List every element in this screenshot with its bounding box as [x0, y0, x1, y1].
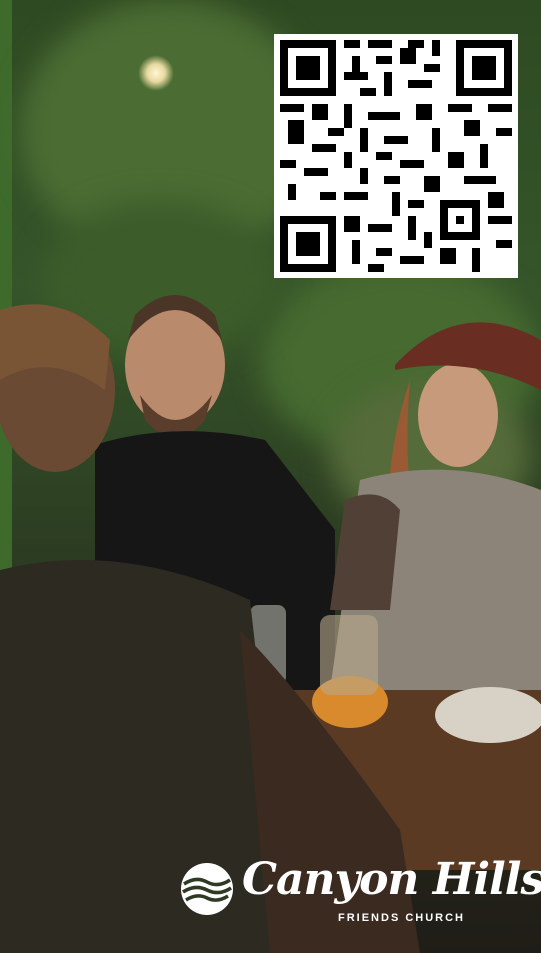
- poster: Canyon Hills FRIENDS CHURCH: [0, 0, 541, 953]
- brand-subtitle: FRIENDS CHURCH: [338, 912, 465, 924]
- qr-code-icon: [280, 40, 512, 272]
- qr-code[interactable]: [274, 34, 518, 278]
- string-light: [138, 55, 174, 91]
- brand-name: Canyon Hills: [242, 854, 541, 905]
- wave-logo-icon: [181, 863, 233, 915]
- church-logo[interactable]: Canyon Hills FRIENDS CHURCH: [180, 850, 541, 930]
